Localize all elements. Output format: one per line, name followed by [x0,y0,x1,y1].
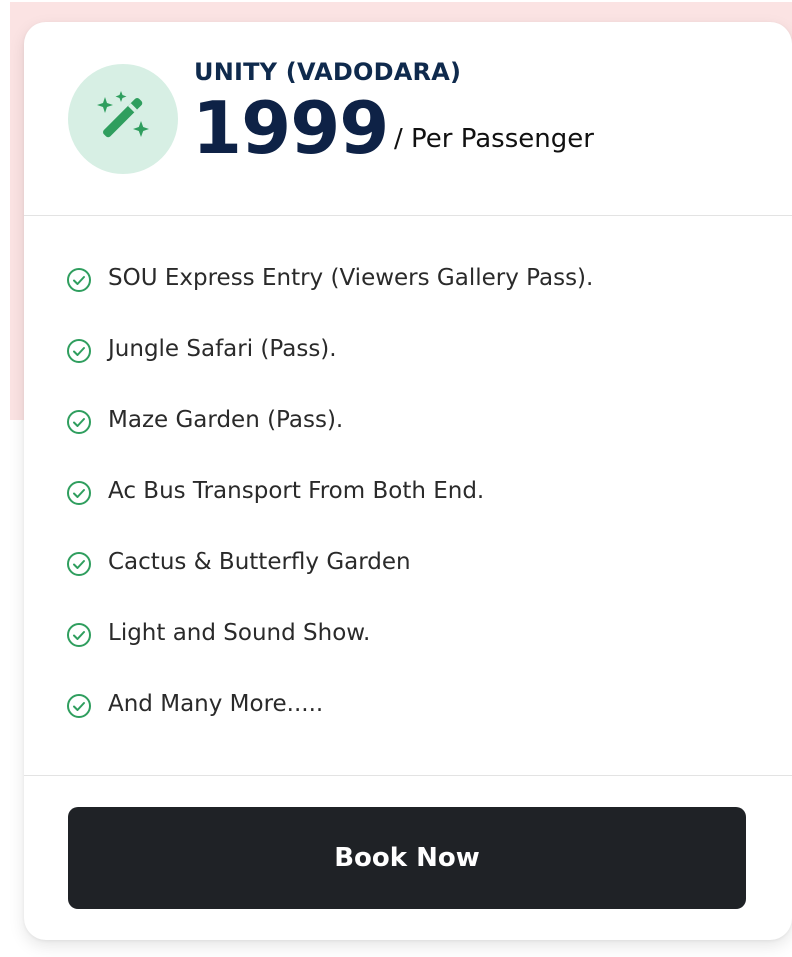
pricing-card: UNITY (VADODARA) 1999 / Per Passenger SO… [24,22,792,940]
header-divider [24,215,792,216]
feature-item: Light and Sound Show. [24,602,792,673]
feature-item: Jungle Safari (Pass). [24,318,792,389]
feature-item: Maze Garden (Pass). [24,389,792,460]
feature-text: Maze Garden (Pass). [108,407,344,433]
feature-item: Ac Bus Transport From Both End. [24,460,792,531]
package-price: 1999 [192,86,389,170]
feature-text: Light and Sound Show. [108,620,371,646]
feature-item: And Many More..... [24,673,792,744]
check-circle-icon [66,551,92,577]
pricing-card-header: UNITY (VADODARA) 1999 / Per Passenger [24,22,792,215]
feature-text: Jungle Safari (Pass). [108,336,337,362]
check-circle-icon [66,267,92,293]
feature-item: SOU Express Entry (Viewers Gallery Pass)… [24,247,792,318]
package-title: UNITY (VADODARA) [194,58,462,86]
magic-wand-sparkles-icon [91,85,155,153]
check-circle-icon [66,622,92,648]
check-circle-icon [66,693,92,719]
feature-text: And Many More..... [108,691,324,717]
feature-list: SOU Express Entry (Viewers Gallery Pass)… [24,247,792,744]
feature-text: Cactus & Butterfly Garden [108,549,411,575]
price-unit-label: / Per Passenger [394,124,594,154]
package-icon-badge [68,64,178,174]
feature-text: Ac Bus Transport From Both End. [108,478,485,504]
feature-text: SOU Express Entry (Viewers Gallery Pass)… [108,265,594,291]
feature-item: Cactus & Butterfly Garden [24,531,792,602]
check-circle-icon [66,338,92,364]
check-circle-icon [66,480,92,506]
check-circle-icon [66,409,92,435]
book-now-button[interactable]: Book Now [68,807,746,909]
footer-divider [24,775,792,776]
